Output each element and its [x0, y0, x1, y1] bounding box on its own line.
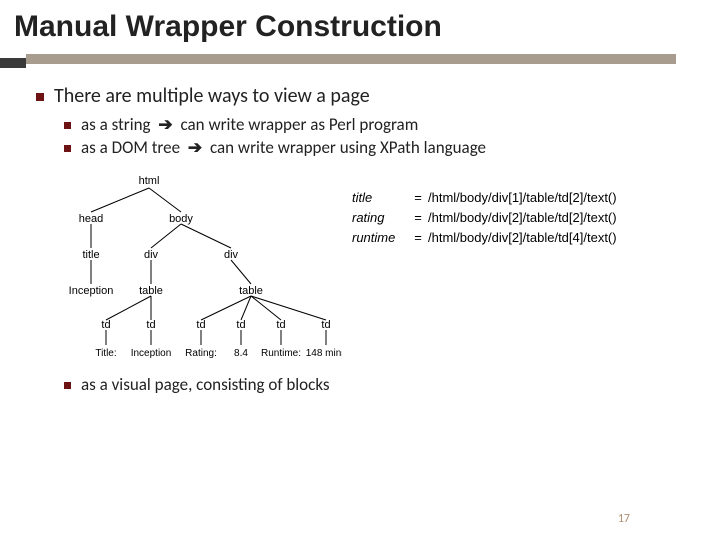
leaf-title: Title: [95, 348, 116, 359]
node-td: td [101, 319, 110, 331]
node-html: html [139, 175, 160, 187]
bullet-text: can write wrapper as Perl program [180, 114, 418, 135]
arrow-icon: ➔ [184, 137, 206, 158]
node-td: td [236, 319, 245, 331]
dom-tree-diagram: html head body title div div Inception t… [36, 170, 342, 360]
table-row: runtime = /html/body/div[2]/table/td[4]/… [352, 228, 617, 248]
node-head: head [79, 213, 103, 225]
leaf-runtime: Runtime: [261, 348, 301, 359]
leaf-rating: Rating: [185, 348, 217, 359]
node-table: table [139, 285, 163, 297]
table-row: rating = /html/body/div[2]/table/td[2]/t… [352, 208, 617, 228]
bullet-text: as a DOM tree [81, 137, 180, 158]
node-inception: Inception [69, 285, 114, 297]
leaf-148: 148 mins [306, 348, 342, 359]
equals-icon: = [408, 188, 428, 208]
bullet-icon [64, 145, 71, 152]
table-row: title = /html/body/div[1]/table/td[2]/te… [352, 188, 617, 208]
xpath-value: /html/body/div[2]/table/td[2]/text() [428, 208, 617, 228]
bullet-text: can write wrapper using XPath language [210, 137, 486, 158]
equals-icon: = [408, 228, 428, 248]
xpath-mappings: title = /html/body/div[1]/table/td[2]/te… [352, 188, 617, 248]
node-div: div [144, 249, 159, 261]
bullet-text: as a string [81, 114, 151, 135]
slide-content: There are multiple ways to view a page a… [0, 68, 720, 395]
arrow-icon: ➔ [154, 114, 176, 135]
bullet-sub-3: as a visual page, consisting of blocks [64, 374, 696, 395]
xpath-value: /html/body/div[1]/table/td[2]/text() [428, 188, 617, 208]
bullet-icon [36, 93, 44, 101]
node-td: td [196, 319, 205, 331]
slide-title: Manual Wrapper Construction [0, 0, 720, 50]
bullet-text: There are multiple ways to view a page [54, 84, 370, 108]
bullet-sub-1: as a string ➔ can write wrapper as Perl … [64, 114, 696, 135]
xpath-value: /html/body/div[2]/table/td[4]/text() [428, 228, 617, 248]
leaf-84: 8.4 [234, 348, 248, 359]
node-title: title [82, 249, 99, 261]
bullet-icon [64, 122, 71, 129]
node-td: td [146, 319, 155, 331]
node-table: table [239, 285, 263, 297]
node-body: body [169, 213, 193, 225]
leaf-inception: Inception [131, 348, 172, 359]
node-td: td [276, 319, 285, 331]
bullet-icon [64, 382, 71, 389]
node-td: td [321, 319, 330, 331]
xpath-key: rating [352, 208, 408, 228]
xpath-key: runtime [352, 228, 408, 248]
xpath-key: title [352, 188, 408, 208]
bullet-text: as a visual page, consisting of blocks [81, 374, 330, 395]
bullet-sub-2: as a DOM tree ➔ can write wrapper using … [64, 137, 696, 158]
equals-icon: = [408, 208, 428, 228]
bullet-main: There are multiple ways to view a page [36, 84, 696, 108]
diagram-row: html head body title div div Inception t… [36, 170, 696, 360]
title-rule [0, 54, 720, 68]
page-number: 17 [618, 512, 630, 526]
node-div: div [224, 249, 239, 261]
